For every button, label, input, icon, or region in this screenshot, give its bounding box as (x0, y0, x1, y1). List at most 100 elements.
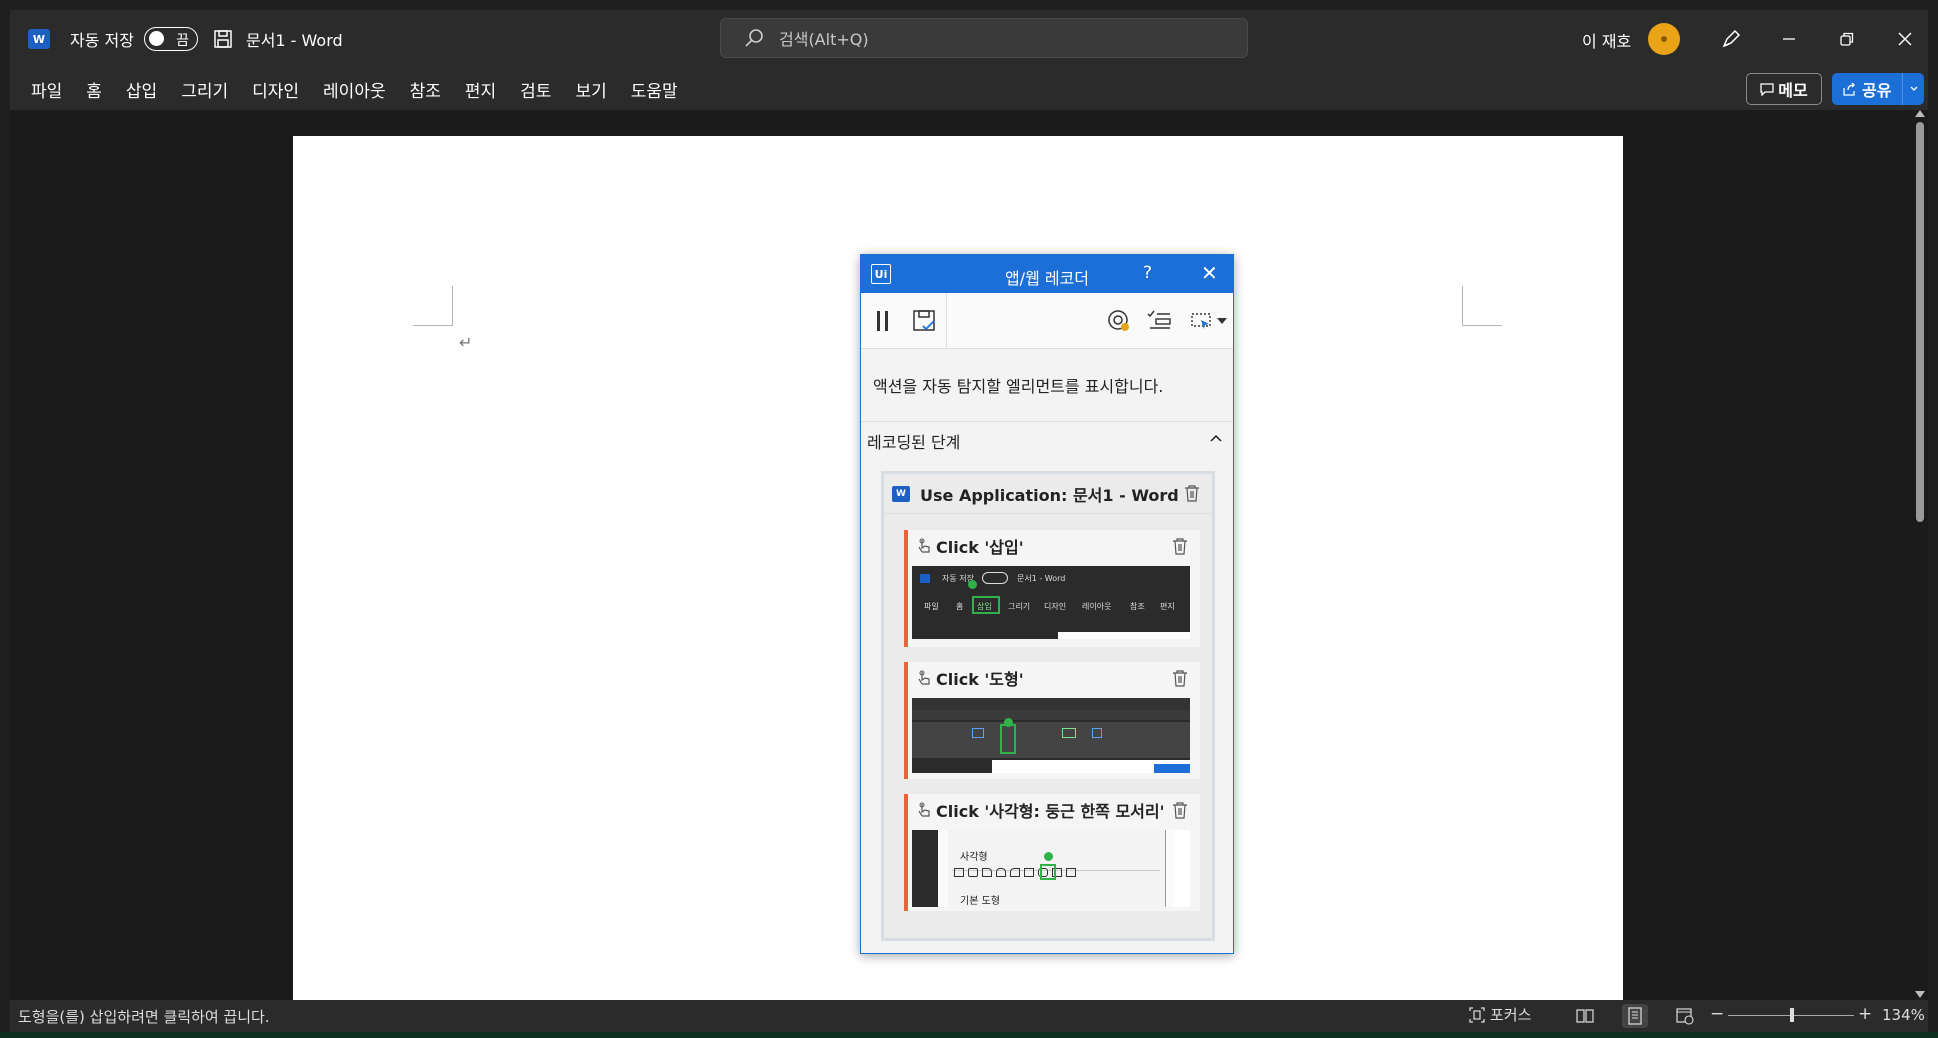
web-layout-icon[interactable] (1672, 1004, 1698, 1028)
mini-tab: 홈 (956, 602, 964, 611)
search-box[interactable]: 검색(Alt+Q) (720, 18, 1248, 58)
step-click-rounded-rectangle[interactable]: Click '사각형: 둥근 한쪽 모서리' 사각형 기본 도형 (904, 794, 1200, 911)
focus-button[interactable]: 포커스 (1468, 1004, 1531, 1025)
recorded-steps-list: W Use Application: 문서1 - Word Click '삽입'… (881, 471, 1215, 941)
tab-draw[interactable]: 그리기 (169, 77, 240, 102)
step-click-shape[interactable]: Click '도형' (904, 662, 1200, 779)
chevron-up-icon[interactable] (1209, 432, 1223, 446)
recorded-steps-header[interactable]: 레코딩된 단계 (861, 422, 1233, 460)
scroll-up-icon[interactable] (1915, 110, 1925, 117)
tab-review[interactable]: 검토 (508, 77, 563, 102)
share-icon (1843, 82, 1855, 96)
help-button[interactable]: ? (1143, 263, 1152, 283)
trash-icon[interactable] (1172, 801, 1188, 819)
screen-options-dropdown[interactable] (1189, 307, 1229, 335)
click-icon (918, 670, 930, 685)
recorded-list-icon[interactable] (1145, 307, 1173, 335)
focus-icon (1469, 1006, 1485, 1023)
mini-tab: 레이아웃 (1082, 602, 1112, 611)
word-logo-icon: W (28, 29, 50, 49)
pause-icon[interactable] (869, 307, 897, 335)
designer-pen-icon[interactable] (1716, 24, 1746, 54)
tab-references[interactable]: 참조 (398, 77, 453, 102)
mini-tab: 삽입 (977, 602, 992, 611)
step-header: Click '삽입' (908, 530, 1200, 562)
recorder-close-icon[interactable]: ✕ (1201, 261, 1218, 285)
tab-file[interactable]: 파일 (19, 77, 74, 102)
focus-label: 포커스 (1490, 1006, 1532, 1024)
word-app-icon: W (892, 485, 910, 502)
tab-layout[interactable]: 레이아웃 (311, 77, 398, 102)
highlight-box (1000, 724, 1016, 754)
save-and-exit-icon[interactable] (911, 307, 939, 335)
step-screenshot: 자동 저장 문서1 - Word 파일 홈 삽입 그리기 디자인 레이아웃 참조… (912, 566, 1190, 639)
word-window: W 자동 저장 끔 문서1 - Word 검색(Alt+Q) 이 재호 파일 홈… (0, 0, 1938, 1038)
use-application-label: Use Application: 문서1 - Word (920, 485, 1179, 505)
step-screenshot: 사각형 기본 도형 (912, 830, 1190, 907)
recorded-steps-label: 레코딩된 단계 (867, 433, 961, 452)
close-icon[interactable] (1890, 24, 1920, 54)
scroll-thumb[interactable] (1916, 122, 1924, 522)
share-button[interactable]: 공유 (1832, 73, 1924, 105)
tab-design[interactable]: 디자인 (240, 77, 311, 102)
autosave-toggle[interactable]: 끔 (143, 27, 198, 51)
toggle-knob (148, 31, 164, 46)
step-screenshot (912, 698, 1190, 773)
recorder-hint: 액션을 자동 탐지할 엘리먼트를 표시합니다. (861, 349, 1233, 422)
taskbar-edge (0, 1032, 1938, 1038)
trash-icon[interactable] (1172, 669, 1188, 687)
trash-icon[interactable] (1184, 484, 1200, 502)
step-click-insert[interactable]: Click '삽입' 자동 저장 문서1 - Word 파일 홈 삽입 그리기 (904, 530, 1200, 647)
tab-help[interactable]: 도움말 (619, 77, 690, 102)
toggle-state: 끔 (176, 33, 189, 49)
status-message: 도형을(를) 삽입하려면 클릭하여 끕니다. (18, 1007, 270, 1026)
highlight-box (1040, 864, 1056, 880)
restore-icon[interactable] (1832, 24, 1862, 54)
highlight-dot (1004, 718, 1013, 727)
step-header: Click '도형' (908, 662, 1200, 694)
ribbon-tabs: 파일 홈 삽입 그리기 디자인 레이아웃 참조 편지 검토 보기 도움말 메모 … (10, 68, 1928, 110)
tab-mailings[interactable]: 편지 (453, 77, 508, 102)
mini-tab: 편지 (1160, 602, 1175, 611)
share-dropdown[interactable] (1902, 73, 1924, 105)
mini-tab: 그리기 (1008, 602, 1031, 611)
comment-icon (1760, 83, 1774, 96)
target-settings-icon[interactable] (1105, 307, 1133, 335)
search-icon (745, 29, 763, 47)
autosave-label: 자동 저장 (70, 31, 134, 50)
margin-corner-top-right (1462, 286, 1502, 326)
document-title: 문서1 - Word (245, 31, 343, 50)
vertical-scrollbar[interactable] (1912, 110, 1928, 1000)
tab-home[interactable]: 홈 (74, 77, 114, 102)
minimize-icon[interactable] (1774, 24, 1804, 54)
use-application-activity[interactable]: W Use Application: 문서1 - Word Click '삽입'… (884, 474, 1212, 938)
zoom-out-button[interactable]: − (1710, 1004, 1724, 1024)
step-label: Click '사각형: 둥근 한쪽 모서리' (936, 802, 1165, 821)
print-layout-icon[interactable] (1622, 1004, 1648, 1028)
click-icon (918, 802, 930, 817)
share-label: 공유 (1862, 81, 1892, 100)
mini-tab: 참조 (1130, 602, 1145, 611)
zoom-in-button[interactable]: + (1858, 1004, 1872, 1024)
click-icon (918, 538, 930, 553)
trash-icon[interactable] (1172, 537, 1188, 555)
title-bar: W 자동 저장 끔 문서1 - Word 검색(Alt+Q) 이 재호 (10, 10, 1928, 68)
read-mode-icon[interactable] (1572, 1004, 1598, 1028)
zoom-level[interactable]: 134% (1882, 1006, 1925, 1024)
tab-insert[interactable]: 삽입 (114, 77, 169, 102)
save-icon[interactable] (212, 28, 234, 50)
scroll-down-icon[interactable] (1915, 991, 1925, 998)
step-label: Click '삽입' (936, 538, 1024, 557)
highlight-dot (1044, 852, 1053, 861)
user-name: 이 재호 (1582, 32, 1632, 51)
recorder-title-bar: Ui 앱/웹 레코더 ? ✕ (861, 255, 1233, 293)
zoom-slider-thumb[interactable] (1790, 1008, 1794, 1022)
memo-button[interactable]: 메모 (1746, 73, 1822, 105)
recorder-title: 앱/웹 레코더 (1004, 269, 1090, 288)
mini-tab: 파일 (924, 602, 939, 611)
tab-view[interactable]: 보기 (563, 77, 618, 102)
mini-group-label: 사각형 (960, 852, 988, 863)
status-bar: 도형을(를) 삽입하려면 클릭하여 끕니다. 포커스 − + 134% (10, 1000, 1928, 1032)
avatar[interactable] (1648, 23, 1680, 55)
paragraph-mark-icon: ↵ (459, 333, 473, 352)
